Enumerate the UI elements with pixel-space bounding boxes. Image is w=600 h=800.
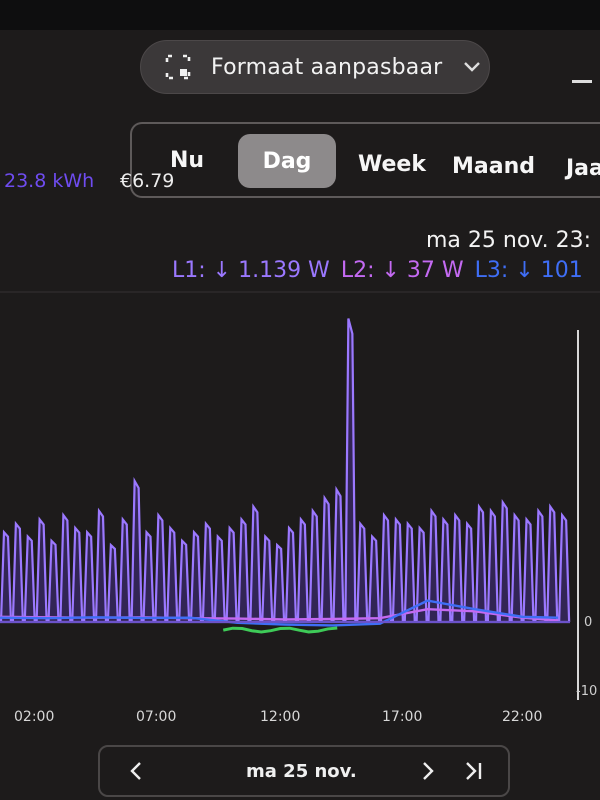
x-tick-2200: 22:00 [502, 709, 542, 725]
chevron-right-icon[interactable] [418, 759, 438, 783]
tab-nu[interactable]: Nu [170, 148, 204, 173]
series-l1-area [0, 318, 571, 624]
date-navigation: ma 25 nov. [98, 745, 510, 797]
status-strip [0, 0, 600, 30]
tab-maand[interactable]: Maand [452, 154, 535, 179]
nav-date-label: ma 25 nov. [246, 761, 357, 782]
phase-l1-readout: L1: ↓ 1.139 W [172, 258, 330, 283]
tab-week[interactable]: Week [358, 152, 426, 177]
phase-l2-readout: L2: ↓ 37 W [340, 258, 464, 283]
y-tick-minus-10: -10 [576, 684, 597, 699]
x-tick-1700: 17:00 [382, 709, 422, 725]
energy-total: 23.8 kWh [4, 170, 95, 192]
cost-total: €6.79 [120, 170, 175, 192]
chevron-down-icon [464, 62, 481, 72]
resize-icon [165, 54, 191, 80]
resize-mode-button[interactable]: Formaat aanpasbaar [140, 40, 490, 94]
phase-readout: L1: ↓ 1.139 W L2: ↓ 37 W L3: ↓ 101 [172, 258, 587, 283]
phase-l3-readout: L3: ↓ 101 [474, 258, 583, 283]
tab-jaar[interactable]: Jaa [566, 156, 600, 181]
tab-dag[interactable]: Dag [238, 134, 336, 188]
x-tick-0700: 07:00 [136, 709, 176, 725]
minimize-icon[interactable] [572, 80, 592, 83]
x-tick-1200: 12:00 [260, 709, 300, 725]
return-segment-line [222, 626, 338, 634]
tab-dag-label: Dag [262, 148, 312, 174]
y-tick-0: 0 [584, 615, 592, 630]
resize-mode-label: Formaat aanpasbaar [211, 54, 443, 80]
chevron-left-icon[interactable] [126, 759, 146, 783]
period-tabbar: Nu Dag Week Maand Jaa [130, 122, 600, 198]
x-tick-0200: 02:00 [14, 709, 54, 725]
power-chart[interactable]: 0 -10 02:00 07:00 12:00 17:00 22:00 [0, 290, 600, 750]
tooltip-datetime: ma 25 nov. 23: [426, 228, 591, 253]
skip-to-last-icon[interactable] [462, 759, 484, 783]
